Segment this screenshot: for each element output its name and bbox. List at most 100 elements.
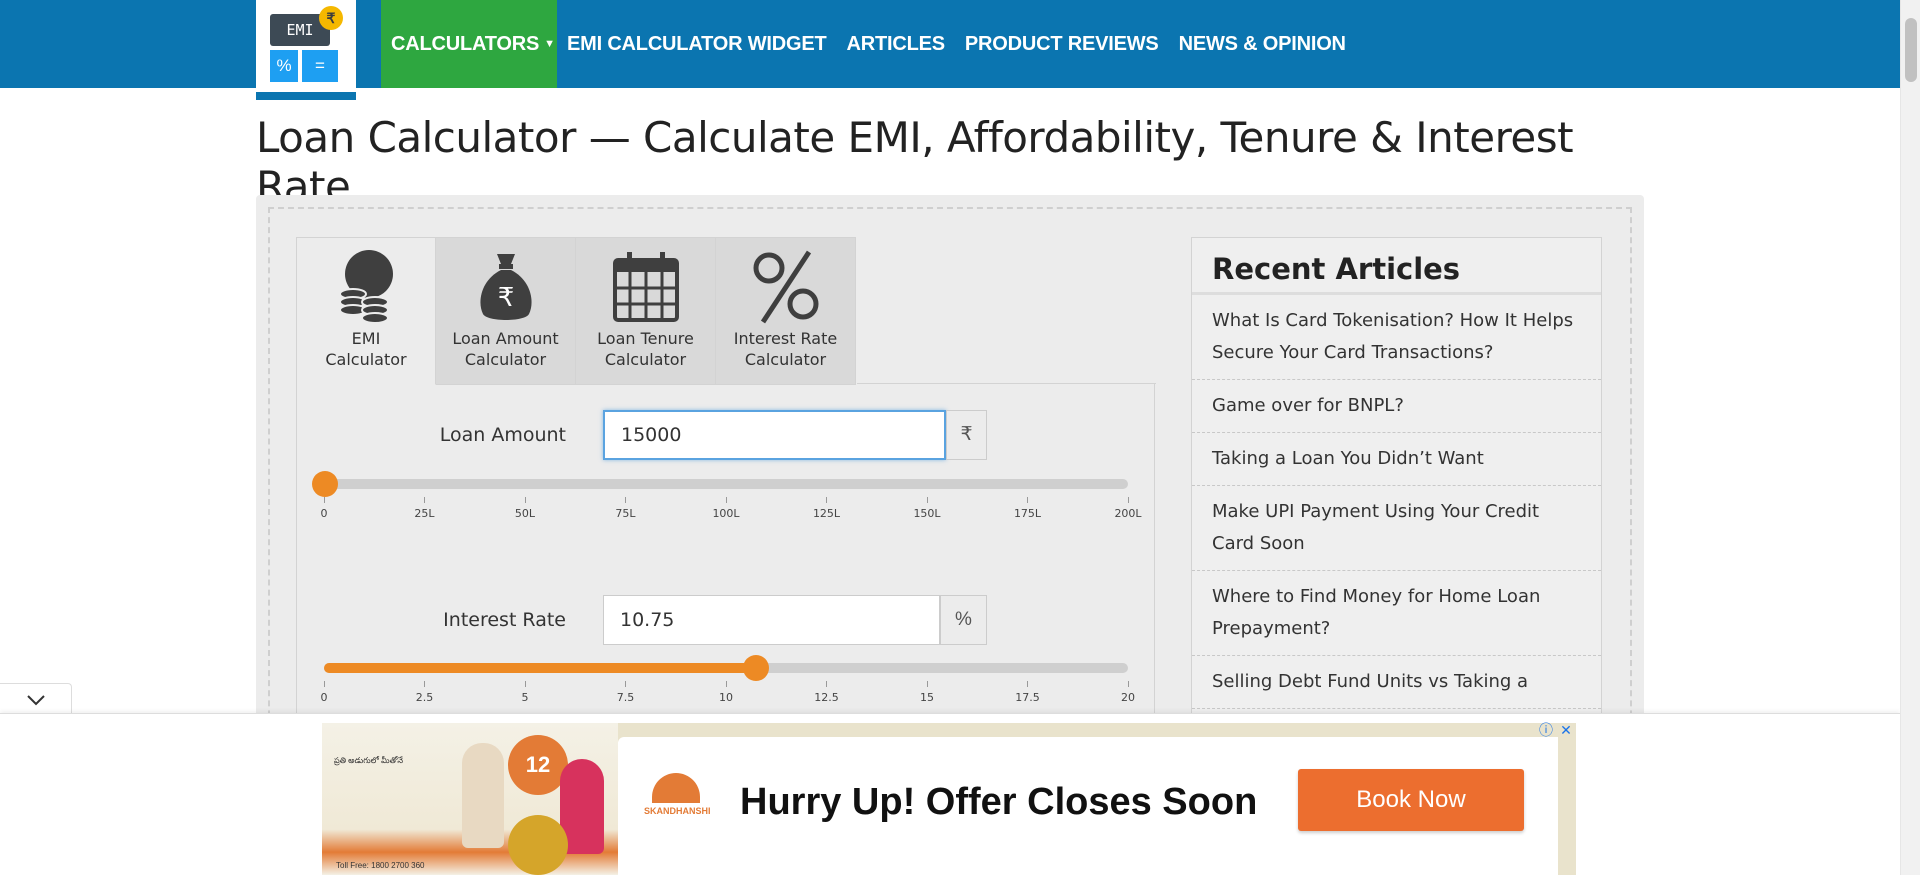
nav-calculators-label: CALCULATORS: [391, 32, 540, 55]
tick-mark: [323, 681, 325, 687]
ad-brand-logo: SKANDHANSHI: [644, 773, 711, 841]
nav-product-reviews[interactable]: PRODUCT REVIEWS: [955, 0, 1169, 88]
tab-loan-amount-calculator[interactable]: ₹ Loan Amount Calculator: [436, 237, 576, 385]
main-nav: CALCULATORS ▼ EMI CALCULATOR WIDGET ARTI…: [381, 0, 1356, 88]
tick-label: 50L: [514, 507, 536, 520]
rupee-addon: ₹: [946, 410, 987, 460]
tick-mark: [1027, 681, 1028, 687]
tick-label: 75L: [615, 507, 636, 520]
tab-label-line2: Calculator: [744, 350, 827, 369]
nav-calculators[interactable]: CALCULATORS ▼: [381, 0, 557, 88]
ad-headline: Hurry Up! Offer Closes Soon: [740, 781, 1258, 823]
tick-label: 7.5: [616, 691, 635, 704]
loan-amount-label: Loan Amount: [439, 424, 566, 446]
tab-label-line1: Interest Rate: [733, 329, 838, 348]
tick-label: 175L: [1013, 507, 1042, 520]
tick-mark: [1127, 497, 1129, 503]
ad-controls: ⓘ ✕: [1538, 722, 1574, 738]
nav-news-opinion[interactable]: NEWS & OPINION: [1169, 0, 1356, 88]
tick-label: 20: [1121, 691, 1135, 704]
svg-text:₹: ₹: [497, 283, 514, 313]
chevron-down-icon: ▼: [544, 38, 555, 50]
page-scrollbar[interactable]: [1900, 0, 1920, 875]
tick-label: 200L: [1114, 507, 1142, 520]
slider-tick: 125L: [797, 497, 857, 520]
tick-label: 15: [920, 691, 934, 704]
ad-close-icon[interactable]: ✕: [1558, 722, 1574, 738]
tick-mark: [926, 497, 928, 503]
tab-loan-tenure-calculator[interactable]: Loan Tenure Calculator: [576, 237, 716, 385]
book-now-button[interactable]: Book Now: [1298, 769, 1524, 831]
tab-label-line2: Calculator: [325, 350, 407, 369]
slider-tick: 2.5: [395, 681, 455, 704]
article-link[interactable]: What Is Card Tokenisation? How It Helps …: [1192, 295, 1601, 380]
slider-tick: 10: [696, 681, 756, 704]
slider-fill: [324, 663, 757, 673]
article-link[interactable]: Selling Debt Fund Units vs Taking a: [1192, 656, 1601, 709]
loan-amount-ticks: 0 25L 50L 75L 100L 125L 150L 175L 200L: [321, 497, 1142, 527]
tick-label: 5: [521, 691, 529, 704]
tick-mark: [826, 681, 827, 687]
tick-mark: [1127, 681, 1129, 687]
ad-brand-name: SKANDHANSHI: [644, 806, 711, 816]
ad-logo-mark: [652, 773, 700, 803]
tick-mark: [625, 681, 626, 687]
tick-mark: [926, 681, 928, 687]
ad-banner[interactable]: ప్రతి అడుగులో మీతోనే 12 Toll Free: 1800 …: [322, 723, 1576, 875]
article-link[interactable]: Taking a Loan You Didn’t Want: [1192, 433, 1601, 486]
article-link[interactable]: Where to Find Money for Home Loan Prepay…: [1192, 571, 1601, 656]
recent-articles-title: Recent Articles: [1192, 238, 1601, 295]
scrollbar-thumb[interactable]: [1905, 18, 1917, 82]
article-link[interactable]: Make UPI Payment Using Your Credit Card …: [1192, 486, 1601, 571]
tab-label-line1: Loan Amount: [452, 329, 559, 348]
nav-articles[interactable]: ARTICLES: [836, 0, 954, 88]
nav-emi-widget[interactable]: EMI CALCULATOR WIDGET: [557, 0, 836, 88]
tick-label: 25L: [414, 507, 435, 520]
slider-tick: 75L: [596, 497, 656, 520]
tick-label: 10: [719, 691, 733, 704]
slider-tick: 50L: [495, 497, 555, 520]
tick-mark: [524, 681, 526, 687]
tick-mark: [524, 497, 526, 503]
tab-interest-rate-calculator[interactable]: Interest Rate Calculator: [716, 237, 856, 385]
slider-handle[interactable]: [743, 655, 770, 681]
slider-handle[interactable]: [311, 471, 338, 497]
loan-amount-input[interactable]: 15000: [603, 410, 946, 460]
tab-emi-calculator[interactable]: EMI Calculator: [296, 237, 436, 385]
tick-mark: [424, 497, 425, 503]
tick-label: 125L: [812, 507, 841, 520]
calendar-icon: [612, 252, 679, 322]
slider-tick: 12.5: [797, 681, 857, 704]
slider-tick: 150L: [897, 497, 957, 520]
ad-anniversary-badge: 12: [508, 735, 568, 795]
tick-label: 2.5: [415, 691, 434, 704]
slider-tick: 0: [294, 497, 354, 520]
tick-label: 150L: [913, 507, 941, 520]
recent-articles-sidebar: Recent Articles What Is Card Tokenisatio…: [1191, 237, 1602, 717]
interest-rate-ticks: 0 2.5 5 7.5 10 12.5 15 17.5 20: [321, 681, 1135, 711]
slider-tick: 100L: [696, 497, 756, 520]
rupee-coin-icon: ₹: [319, 6, 343, 30]
interest-rate-label: Interest Rate: [443, 609, 566, 631]
tick-mark: [826, 497, 827, 503]
ad-collapse-button[interactable]: [0, 683, 72, 713]
interest-rate-slider[interactable]: [324, 655, 1128, 681]
ad-info-icon[interactable]: ⓘ: [1538, 722, 1554, 738]
percent-addon: %: [940, 595, 987, 645]
tab-label-line1: EMI: [351, 329, 381, 348]
tab-label-line2: Calculator: [604, 350, 687, 369]
tick-label: 100L: [712, 507, 740, 520]
loan-amount-slider[interactable]: [311, 471, 1128, 497]
slider-tick: 7.5: [596, 681, 656, 704]
site-logo[interactable]: EMI ₹ % =: [256, 0, 356, 100]
article-link[interactable]: Game over for BNPL?: [1192, 380, 1601, 433]
ad-image: ప్రతి అడుగులో మీతోనే 12 Toll Free: 1800 …: [322, 723, 618, 875]
slider-tick: 25L: [395, 497, 455, 520]
tick-mark: [1027, 497, 1028, 503]
tick-mark: [725, 681, 727, 687]
tick-mark: [424, 681, 425, 687]
chevron-down-icon: [26, 695, 45, 706]
ad-regional-text: ప్రతి అడుగులో మీతోనే: [334, 756, 404, 765]
tick-label: 17.5: [1015, 691, 1040, 704]
interest-rate-input[interactable]: 10.75: [603, 595, 940, 645]
